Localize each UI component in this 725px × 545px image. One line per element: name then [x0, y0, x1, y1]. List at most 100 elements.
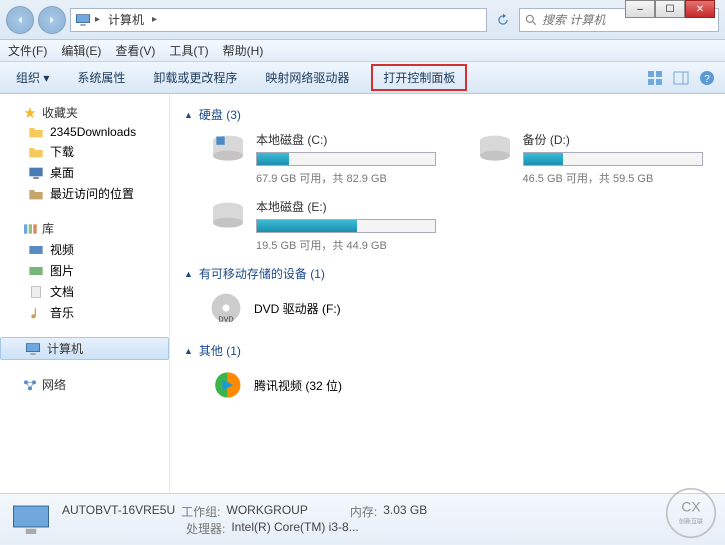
- hdd-icon: [208, 131, 248, 167]
- content-pane: ▲ 硬盘 (3) 本地磁盘 (C:) 67.9 GB 可用，共 82.9 GB 备…: [170, 94, 725, 494]
- organize-button[interactable]: 组织 ▾: [10, 65, 55, 90]
- status-mem: 3.03 GB: [383, 503, 427, 520]
- sidebar-item-videos[interactable]: 视频: [0, 239, 169, 260]
- sidebar-item-label: 图片: [50, 262, 74, 279]
- crumb-arrow-icon: ▸: [95, 14, 100, 25]
- tencent-video[interactable]: 腾讯视频 (32 位): [208, 367, 711, 403]
- status-hostname: AUTOBVT-16VRE5U: [62, 503, 175, 520]
- toolbar-system-properties[interactable]: 系统属性: [71, 65, 131, 90]
- help-icon[interactable]: ?: [699, 70, 715, 86]
- sidebar-item-label: 桌面: [50, 164, 74, 181]
- tree-label: 计算机: [47, 340, 83, 357]
- computer-icon: [10, 501, 52, 539]
- crumb-arrow-icon: ▸: [152, 14, 157, 25]
- minimize-button[interactable]: –: [625, 0, 655, 18]
- tree-libraries[interactable]: 库: [0, 218, 169, 239]
- sidebar-item-label: 下载: [50, 143, 74, 160]
- menu-edit[interactable]: 编辑(E): [61, 42, 101, 59]
- drive-label: 本地磁盘 (C:): [256, 131, 445, 148]
- refresh-icon: [496, 13, 510, 27]
- picture-icon: [28, 264, 44, 278]
- tree-computer[interactable]: 计算机: [0, 337, 169, 360]
- tree-label: 收藏夹: [42, 104, 78, 121]
- sidebar-item-downloads[interactable]: 下载: [0, 141, 169, 162]
- music-icon: [28, 306, 44, 320]
- nav-forward-button[interactable]: [38, 6, 66, 34]
- svg-text:CX: CX: [681, 498, 700, 514]
- breadcrumb-item[interactable]: 计算机: [104, 11, 148, 28]
- toolbar-map-network-drive[interactable]: 映射网络驱动器: [259, 65, 355, 90]
- menu-tools[interactable]: 工具(T): [169, 42, 208, 59]
- device-label: 腾讯视频 (32 位): [254, 377, 342, 394]
- triangle-down-icon: ▲: [184, 269, 193, 279]
- section-hdd[interactable]: ▲ 硬盘 (3): [184, 106, 711, 123]
- folder-icon: [28, 125, 44, 139]
- sidebar-item-documents[interactable]: 文档: [0, 281, 169, 302]
- computer-icon: [25, 342, 41, 356]
- drive-e[interactable]: 本地磁盘 (E:) 19.5 GB 可用，共 44.9 GB: [208, 198, 458, 253]
- recent-icon: [28, 187, 44, 201]
- status-workgroup: WORKGROUP: [227, 503, 308, 520]
- drive-capacity-bar: [523, 152, 703, 166]
- view-options-icon[interactable]: [647, 70, 663, 86]
- tree-favorites[interactable]: 收藏夹: [0, 102, 169, 123]
- maximize-button[interactable]: ☐: [655, 0, 685, 18]
- triangle-down-icon: ▲: [184, 110, 193, 120]
- drive-stats: 19.5 GB 可用，共 44.9 GB: [256, 237, 458, 253]
- document-icon: [28, 285, 44, 299]
- section-label: 有可移动存储的设备 (1): [199, 265, 325, 282]
- sidebar-item-label: 最近访问的位置: [50, 185, 134, 202]
- sidebar-item-label: 视频: [50, 241, 74, 258]
- drive-c[interactable]: 本地磁盘 (C:) 67.9 GB 可用，共 82.9 GB: [208, 131, 445, 186]
- statusbar: AUTOBVT-16VRE5U 工作组: WORKGROUP 内存: 3.03 …: [0, 493, 725, 545]
- hdd-icon: [208, 198, 248, 234]
- nav-back-button[interactable]: [6, 6, 34, 34]
- device-label: DVD 驱动器 (F:): [254, 300, 341, 317]
- library-icon: [22, 222, 38, 236]
- drive-stats: 67.9 GB 可用，共 82.9 GB: [256, 170, 445, 186]
- sidebar-item-music[interactable]: 音乐: [0, 302, 169, 323]
- dvd-icon: DVD: [208, 290, 244, 326]
- sidebar: 收藏夹 2345Downloads 下载 桌面 最近访问的位置 库 视频 图片 …: [0, 94, 170, 494]
- menu-file[interactable]: 文件(F): [8, 42, 47, 59]
- address-bar[interactable]: ▸ 计算机 ▸: [70, 8, 487, 32]
- sidebar-item-recent[interactable]: 最近访问的位置: [0, 183, 169, 204]
- sidebar-item-pictures[interactable]: 图片: [0, 260, 169, 281]
- refresh-button[interactable]: [491, 8, 515, 32]
- section-other[interactable]: ▲其他 (1): [184, 342, 711, 359]
- drive-d[interactable]: 备份 (D:) 46.5 GB 可用，共 59.5 GB: [475, 131, 712, 186]
- drive-label: 本地磁盘 (E:): [256, 198, 458, 215]
- status-workgroup-label: 工作组:: [181, 503, 220, 520]
- star-icon: [22, 106, 38, 120]
- toolbar-open-control-panel[interactable]: 打开控制面板: [371, 64, 467, 91]
- network-icon: [22, 378, 38, 392]
- section-removable[interactable]: ▲ 有可移动存储的设备 (1): [184, 265, 711, 282]
- titlebar: ▸ 计算机 ▸: [0, 0, 725, 40]
- search-icon: [524, 13, 538, 27]
- tencent-video-icon: [208, 367, 244, 403]
- toolbar-uninstall-programs[interactable]: 卸载或更改程序: [147, 65, 243, 90]
- menu-view[interactable]: 查看(V): [115, 42, 155, 59]
- section-label: 其他 (1): [199, 342, 241, 359]
- desktop-icon: [28, 166, 44, 180]
- drive-capacity-bar: [256, 152, 436, 166]
- menubar: 文件(F) 编辑(E) 查看(V) 工具(T) 帮助(H): [0, 40, 725, 62]
- close-button[interactable]: ✕: [685, 0, 715, 18]
- sidebar-item-label: 2345Downloads: [50, 125, 136, 139]
- status-cpu-label: 处理器:: [186, 520, 225, 537]
- status-cpu: Intel(R) Core(TM) i3-8...: [231, 520, 358, 537]
- preview-pane-icon[interactable]: [673, 70, 689, 86]
- menu-help[interactable]: 帮助(H): [223, 42, 264, 59]
- drive-label: 备份 (D:): [523, 131, 712, 148]
- watermark-logo: CX 创新互联: [665, 487, 717, 539]
- svg-text:创新互联: 创新互联: [679, 517, 703, 525]
- drive-capacity-bar: [256, 219, 436, 233]
- folder-icon: [28, 145, 44, 159]
- toolbar: 组织 ▾ 系统属性 卸载或更改程序 映射网络驱动器 打开控制面板 ?: [0, 62, 725, 94]
- sidebar-item-desktop[interactable]: 桌面: [0, 162, 169, 183]
- section-label: 硬盘 (3): [199, 106, 241, 123]
- dvd-drive[interactable]: DVD DVD 驱动器 (F:): [208, 290, 711, 326]
- sidebar-item-2345downloads[interactable]: 2345Downloads: [0, 123, 169, 141]
- tree-network[interactable]: 网络: [0, 374, 169, 395]
- computer-icon: [75, 13, 91, 27]
